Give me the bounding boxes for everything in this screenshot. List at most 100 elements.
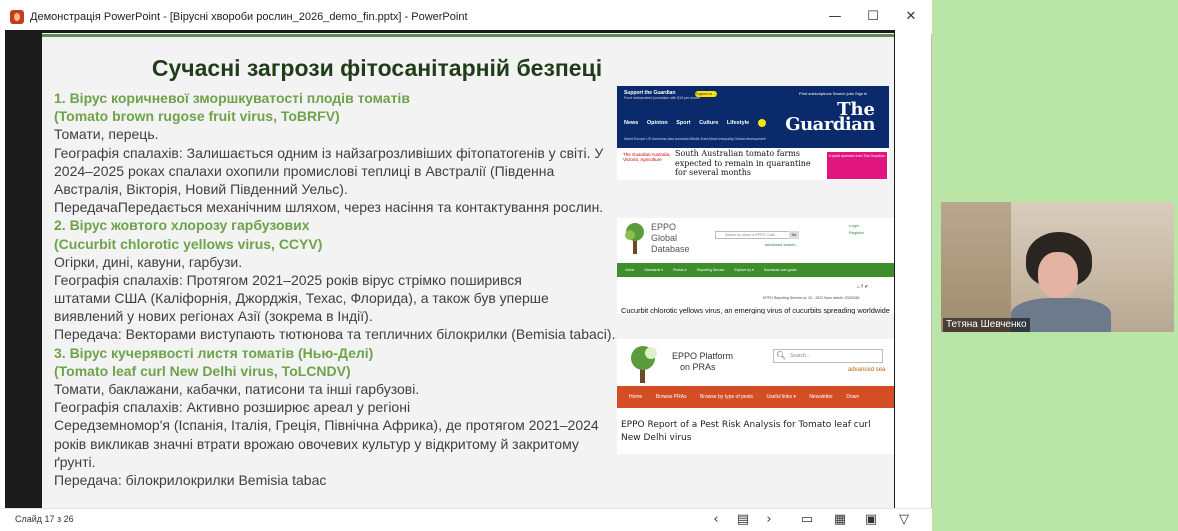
slide-text-line: Географія спалахів: Активно розширює аре…: [54, 399, 411, 416]
eppo-gd-nav-item: Explore by ▾: [734, 268, 754, 272]
normal-view-button[interactable]: ▭: [797, 511, 817, 529]
guardian-support-button: Support us →: [695, 91, 717, 97]
eppo-gd-login: Login Register: [849, 222, 864, 236]
slide[interactable]: Сучасні загрози фітосанітарній безпеці 1…: [42, 33, 894, 508]
webcam-background: [941, 202, 1011, 332]
eppo-pra-advanced: advanced sea: [848, 367, 886, 373]
close-button[interactable]: ✕: [896, 6, 926, 28]
guardian-nav-item: News: [624, 120, 639, 127]
eppo-gd-nav: Home Standards ▾ Photos ▾ Reporting Serv…: [617, 263, 894, 277]
eppo-pra-title: EPPO Platform on PRAs: [672, 351, 733, 373]
status-bar: Слайд 17 з 26 ‹ ▤ › ▭ ▦ ▣ ▽: [0, 508, 932, 531]
guardian-support-sub: Fund independent journalism with $15 per…: [624, 96, 700, 100]
slide-sorter-button[interactable]: ▦: [830, 511, 850, 529]
powerpoint-window: Демонстрація PowerPoint - [Вірусні хворо…: [0, 0, 932, 531]
slide-heading-line: (Tomato leaf curl New Delhi virus, ToLCN…: [54, 362, 351, 379]
eppo-pra-title-line: EPPO Platform: [672, 351, 734, 361]
title-bar: Демонстрація PowerPoint - [Вірусні хворо…: [0, 0, 932, 34]
eppo-pra-nav-item: Browse PRAs: [655, 394, 687, 400]
eppo-pra-nav-item: Newsletter: [809, 394, 833, 400]
eppo-gd-nav-item: Reporting Service: [696, 268, 725, 272]
slide-text-line: років викликав значні втрати врожаю овоч…: [54, 435, 579, 452]
eppo-gd-meta: EPPO Reporting Service no. 02 - 2022 Num…: [763, 296, 860, 300]
guardian-dot-icon: [757, 119, 766, 127]
previous-slide-button[interactable]: ‹: [706, 511, 726, 529]
eppo-pra-report-title: EPPO Report of a Pest Risk Analysis for …: [621, 420, 871, 443]
eppo-gd-login-link: Login: [849, 223, 859, 228]
eppo-pra-title-line: on PRAs: [680, 362, 716, 372]
slide-menu-button[interactable]: ▤: [733, 511, 753, 529]
eppo-gd-title-line: EPPO: [651, 222, 677, 232]
slide-text-line: штатами США (Каліфорнія, Джорджія, Техас…: [54, 290, 549, 307]
eppo-gd-nav-item: Download user guide: [763, 268, 797, 272]
guardian-screenshot: Support the Guardian Fund independent jo…: [617, 86, 889, 180]
next-slide-button[interactable]: ›: [759, 511, 779, 529]
slide-text-line: Передача: Векторами виступають тютюнова …: [54, 326, 616, 343]
slide-top-line: [42, 34, 894, 37]
eppo-pra-nav-item: Useful links ▾: [766, 394, 796, 400]
slide-text-line: Австралія, Вікторія, Новий Південний Уел…: [54, 180, 348, 197]
slide-text-line: виявлений у нових регіонах Азії (зокрема…: [54, 308, 373, 325]
eppo-gd-register-link: Register: [849, 230, 864, 235]
slide-text-line: Географія спалахів: Залишається одним із…: [54, 144, 604, 161]
eppo-gd-nav-item: Standards ▾: [644, 268, 664, 272]
eppo-gd-advanced: advanced search...: [765, 242, 799, 247]
eppo-gd-nav-item: Home: [625, 268, 635, 272]
guardian-ad: A quick question from The Guardian: [827, 152, 887, 179]
guardian-section-label: The Guardian Australia, Victoria, Agricu…: [623, 152, 671, 162]
eppo-global-database-screenshot: EPPO Global Database Search by name or E…: [617, 218, 894, 314]
guardian-ad-text: A quick question from The Guardian: [829, 154, 885, 158]
guardian-nav-item: Opinion: [646, 120, 668, 127]
minimize-button[interactable]: —: [820, 6, 850, 28]
slide-title: Сучасні загрози фітосанітарній безпеці: [151, 55, 603, 81]
eppo-gd-title-line: Database: [651, 244, 690, 254]
slideshow-button[interactable]: ▽: [894, 511, 914, 529]
eppo-pra-nav-item: Home: [629, 394, 643, 400]
eppo-gd-nav-item: Photos ▾: [673, 268, 687, 272]
eppo-gd-social-icons: ⌂ f ✔: [857, 284, 869, 290]
slide-text-line: Середземномор'я (Іспанія, Італія, Греція…: [54, 417, 599, 434]
webcam-person-face: [1038, 252, 1078, 298]
close-icon: ✕: [905, 9, 917, 24]
powerpoint-icon: [10, 10, 24, 24]
eppo-logo-icon: [625, 223, 644, 254]
guardian-logo: Guardian: [785, 114, 875, 135]
webcam-tile: Тетяна Шевченко: [941, 202, 1174, 332]
slide-text-line: ПередачаПередається механічним шляхом, ч…: [54, 199, 604, 216]
search-icon: 🔍︎: [776, 351, 787, 360]
slide-text-line: Томати, перець.: [54, 126, 159, 143]
guardian-nav-item: Lifestyle: [726, 120, 750, 127]
slide-text-line: ґрунті.: [54, 453, 96, 470]
guardian-nav-item: Sport: [676, 120, 691, 127]
maximize-button[interactable]: ☐: [858, 6, 888, 28]
slide-text-line: 2024–2025 роках спалахи охопили промисло…: [54, 162, 555, 179]
slide-heading-line: 3. Вірус кучерявості листя томатів (Нью-…: [54, 344, 374, 361]
eppo-gd-article-title: Cucurbit chlorotic yellows virus, an eme…: [621, 306, 890, 314]
slide-text-line: Огірки, дині, кавуни, гарбузи.: [54, 253, 243, 270]
eppo-pra-logo-icon: [631, 346, 657, 383]
slide-heading-line: (Cucurbit chlorotic yellows virus, CCYV): [54, 235, 323, 252]
eppo-gd-title-line: Global: [651, 233, 678, 243]
slide-heading-line: (Tomato brown rugose fruit virus, ToBRFV…: [54, 108, 340, 125]
slide-heading-line: 1. Вірус коричневої зморшкуватості плоді…: [54, 90, 410, 106]
participant-name: Тетяна Шевченко: [943, 318, 1030, 332]
guardian-nav-item: Culture: [699, 120, 719, 127]
minimize-icon: —: [828, 9, 842, 24]
guardian-nav: News Opinion Sport Culture Lifestyle: [624, 119, 773, 127]
eppo-pra-search: Search...: [773, 349, 883, 363]
reading-view-button[interactable]: ▣: [861, 511, 881, 529]
eppo-gd-search: Search by name or EPPO Code...: [715, 231, 793, 239]
guardian-subnav: World Europe US Americas Asia Australia …: [624, 137, 766, 141]
maximize-icon: ☐: [867, 9, 879, 24]
slide-number: Слайд 17 з 26: [15, 514, 74, 524]
slide-body: 1. Вірус коричневої зморшкуватості плоді…: [54, 89, 622, 489]
eppo-gd-go: Go: [789, 231, 799, 239]
eppo-gd-title: EPPO Global Database: [651, 222, 690, 255]
eppo-pra-nav-item: Down: [846, 394, 860, 400]
eppo-pra-nav: Home Browse PRAs Browse by type of pests…: [617, 386, 894, 408]
eppo-pra-nav-item: Browse by type of pests: [699, 394, 754, 400]
slide-text-line: Томати, баклажани, кабачки, патисони та …: [54, 381, 420, 397]
slide-text-line: Географія спалахів: Протягом 2021–2025 р…: [54, 271, 522, 288]
slide-text-line: Передача: білокрилокрилки Bemisia tabac: [54, 471, 327, 488]
guardian-headline: South Australian tomato farms expected t…: [675, 149, 811, 177]
